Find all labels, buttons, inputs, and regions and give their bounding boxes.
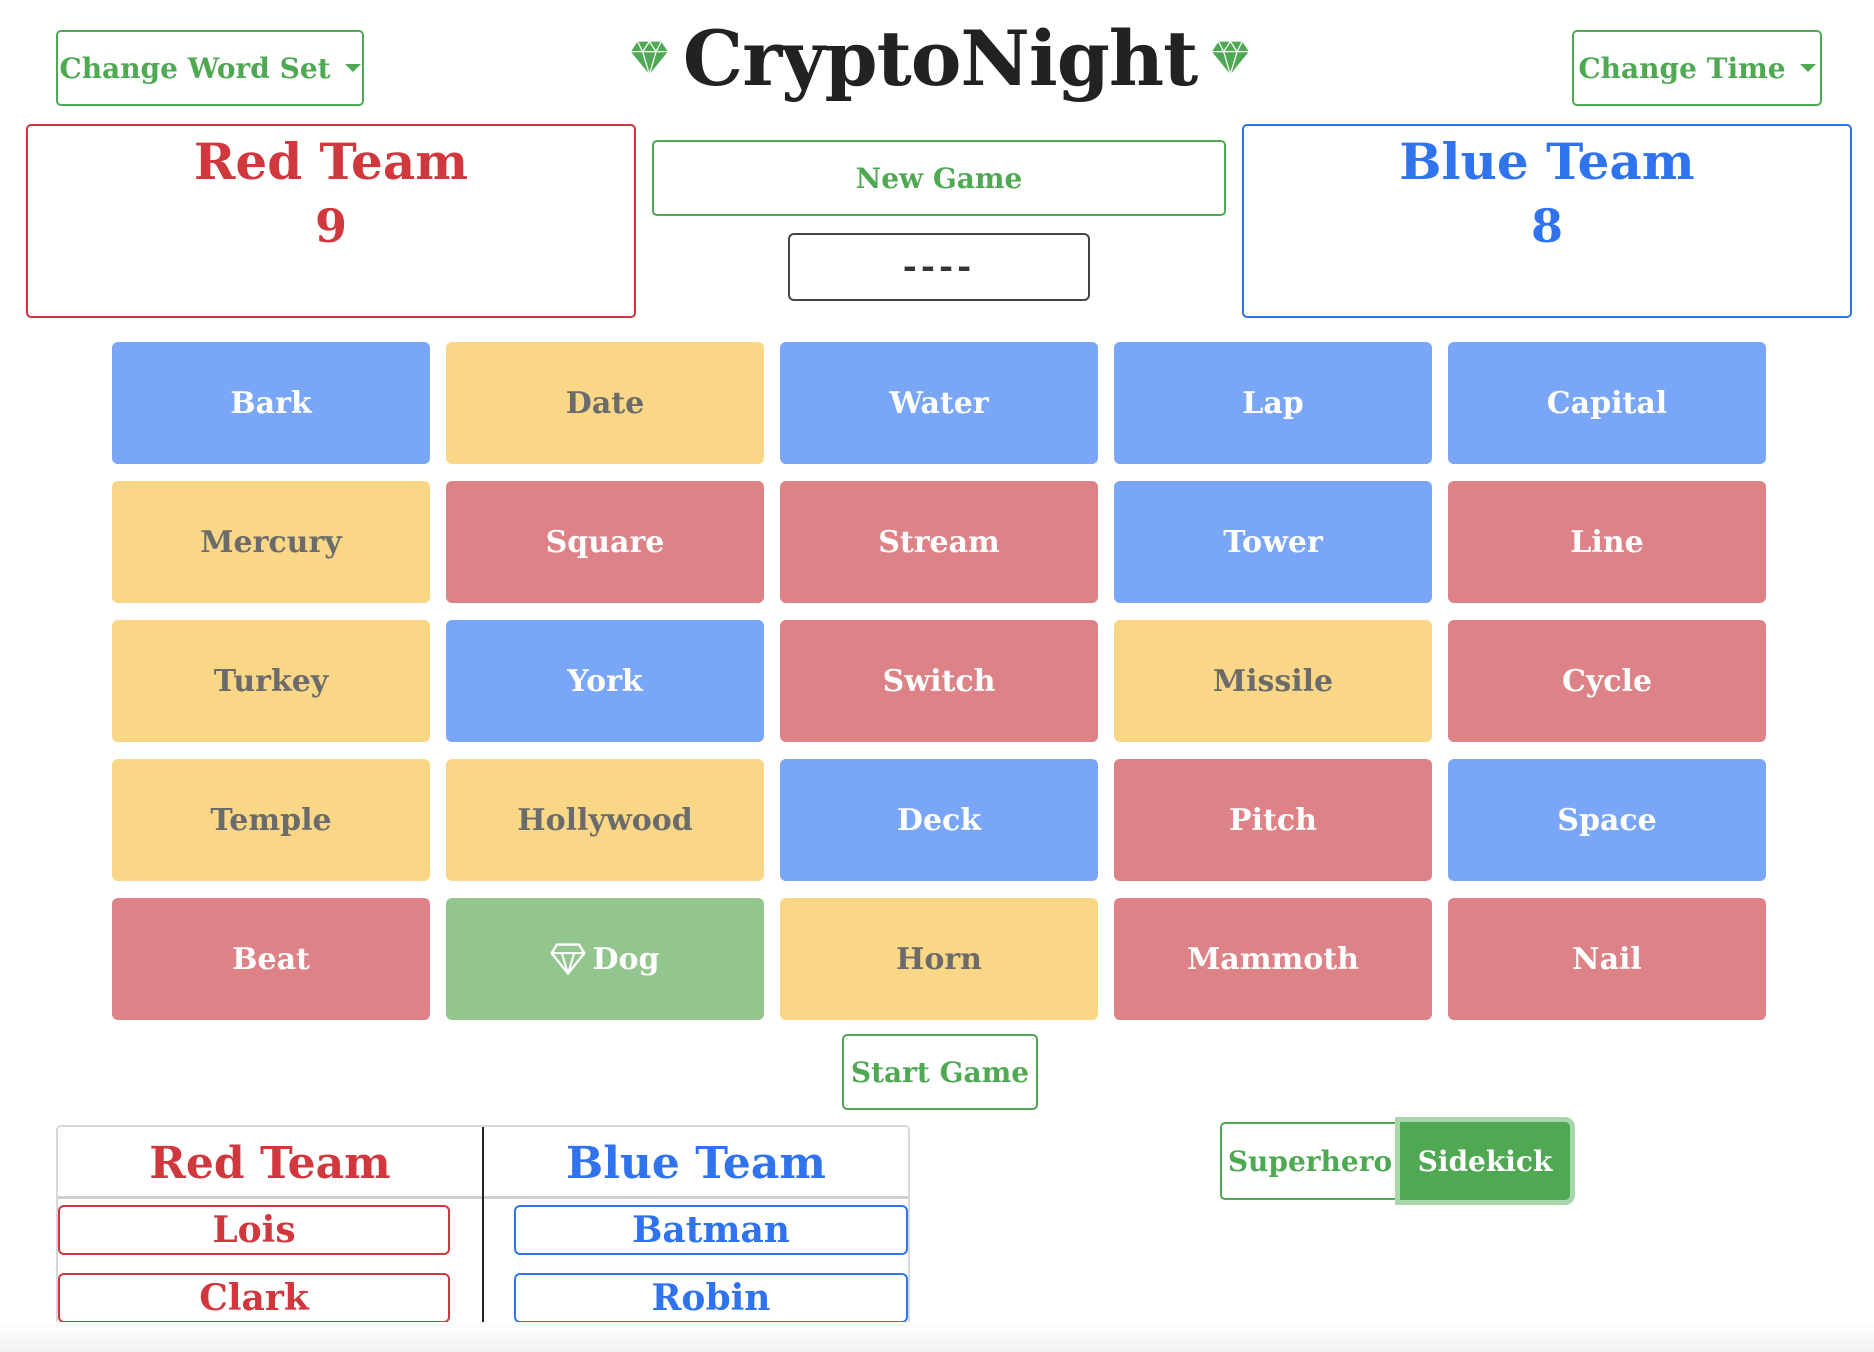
word-card-label: York [567, 663, 643, 699]
word-card[interactable]: Missile [1114, 620, 1432, 742]
red-player-item[interactable]: Lois [58, 1205, 450, 1255]
word-card[interactable]: Bark [112, 342, 430, 464]
word-card[interactable]: Lap [1114, 342, 1432, 464]
word-card[interactable]: Hollywood [446, 759, 764, 881]
word-card-label: Pitch [1229, 802, 1317, 838]
word-card-label: Space [1557, 802, 1657, 838]
blue-team-score-panel: Blue Team 8 [1242, 124, 1852, 318]
diamond-icon [630, 17, 669, 99]
word-card[interactable]: Line [1448, 481, 1766, 603]
word-card-label: Temple [210, 802, 332, 838]
word-card[interactable]: Mammoth [1114, 898, 1432, 1020]
word-card-label: Line [1570, 524, 1644, 560]
red-team-score: 9 [314, 199, 347, 253]
word-card-label: Hollywood [517, 802, 693, 838]
word-card-label: Mercury [200, 524, 342, 560]
red-team-score-panel: Red Team 9 [26, 124, 636, 318]
red-team-column-header: Red Team [149, 1137, 391, 1189]
word-card[interactable]: Horn [780, 898, 1098, 1020]
word-card-label: Beat [232, 941, 310, 977]
diamond-icon [550, 943, 586, 975]
red-team-name: Red Team [193, 132, 469, 191]
blue-team-name: Blue Team [1399, 132, 1695, 191]
blue-team-column-header: Blue Team [566, 1137, 826, 1189]
change-time-label: Change Time [1578, 51, 1786, 85]
word-card-label: Dog [592, 941, 660, 977]
word-card[interactable]: Turkey [112, 620, 430, 742]
word-card-label: Capital [1546, 385, 1668, 421]
word-card-label: Stream [878, 524, 1000, 560]
word-card[interactable]: Nail [1448, 898, 1766, 1020]
word-card-label: Mammoth [1187, 941, 1359, 977]
word-card[interactable]: Beat [112, 898, 430, 1020]
red-player-item[interactable]: Clark [58, 1273, 450, 1323]
change-time-button[interactable]: Change Time [1572, 30, 1822, 106]
change-word-set-button[interactable]: Change Word Set [56, 30, 364, 106]
word-card-label: Bark [230, 385, 312, 421]
blue-player-item[interactable]: Robin [514, 1273, 908, 1323]
word-card-label: Nail [1572, 941, 1642, 977]
word-card-label: Turkey [213, 663, 329, 699]
new-game-label: New Game [855, 161, 1023, 195]
word-card-label: Missile [1212, 663, 1334, 699]
page-bottom-edge [0, 1322, 1874, 1352]
superhero-toggle-button[interactable]: Superhero [1220, 1122, 1400, 1200]
word-card-label: Square [545, 524, 665, 560]
word-card-label: Lap [1242, 385, 1304, 421]
new-game-button[interactable]: New Game [652, 140, 1226, 216]
game-board: Bark Date Water Lap Capital Mercury Square Stre… [112, 342, 1768, 1020]
blue-player-item[interactable]: Batman [514, 1205, 908, 1255]
word-card[interactable]: Pitch [1114, 759, 1432, 881]
word-card[interactable]: Tower [1114, 481, 1432, 603]
word-card-label: Switch [882, 663, 996, 699]
word-card[interactable]: Capital [1448, 342, 1766, 464]
sidekick-toggle-button[interactable]: Sidekick [1400, 1122, 1570, 1200]
chevron-down-icon [1799, 64, 1816, 72]
start-game-button[interactable]: Start Game [842, 1034, 1038, 1110]
chevron-down-icon [344, 64, 361, 72]
word-card[interactable]: Stream [780, 481, 1098, 603]
word-card[interactable]: Temple [112, 759, 430, 881]
word-card-label: Cycle [1561, 663, 1653, 699]
word-card[interactable]: York [446, 620, 764, 742]
role-toggle: Superhero Sidekick [1220, 1122, 1576, 1202]
word-card[interactable]: Deck [780, 759, 1098, 881]
word-card[interactable]: Square [446, 481, 764, 603]
diamond-icon [1211, 17, 1250, 99]
app-title-text: CryptoNight [682, 13, 1198, 103]
blue-team-score: 8 [1530, 199, 1563, 253]
start-game-label: Start Game [850, 1055, 1030, 1089]
word-card[interactable]: Cycle [1448, 620, 1766, 742]
word-card[interactable]: Dog [446, 898, 764, 1020]
word-card[interactable]: Date [446, 342, 764, 464]
word-card[interactable]: Space [1448, 759, 1766, 881]
player-list: Red Team Blue Team Lois Clark Batman Rob… [56, 1125, 910, 1341]
word-card-label: Horn [896, 941, 982, 977]
word-card-label: Tower [1223, 524, 1323, 560]
app-title: CryptoNight [630, 8, 1250, 108]
word-card[interactable]: Water [780, 342, 1098, 464]
change-word-set-label: Change Word Set [59, 51, 331, 85]
word-card-label: Date [565, 385, 645, 421]
word-card-label: Water [889, 385, 989, 421]
word-card[interactable]: Switch [780, 620, 1098, 742]
word-card[interactable]: Mercury [112, 481, 430, 603]
word-card-label: Deck [896, 802, 982, 838]
timer-display: ---- [788, 233, 1090, 301]
